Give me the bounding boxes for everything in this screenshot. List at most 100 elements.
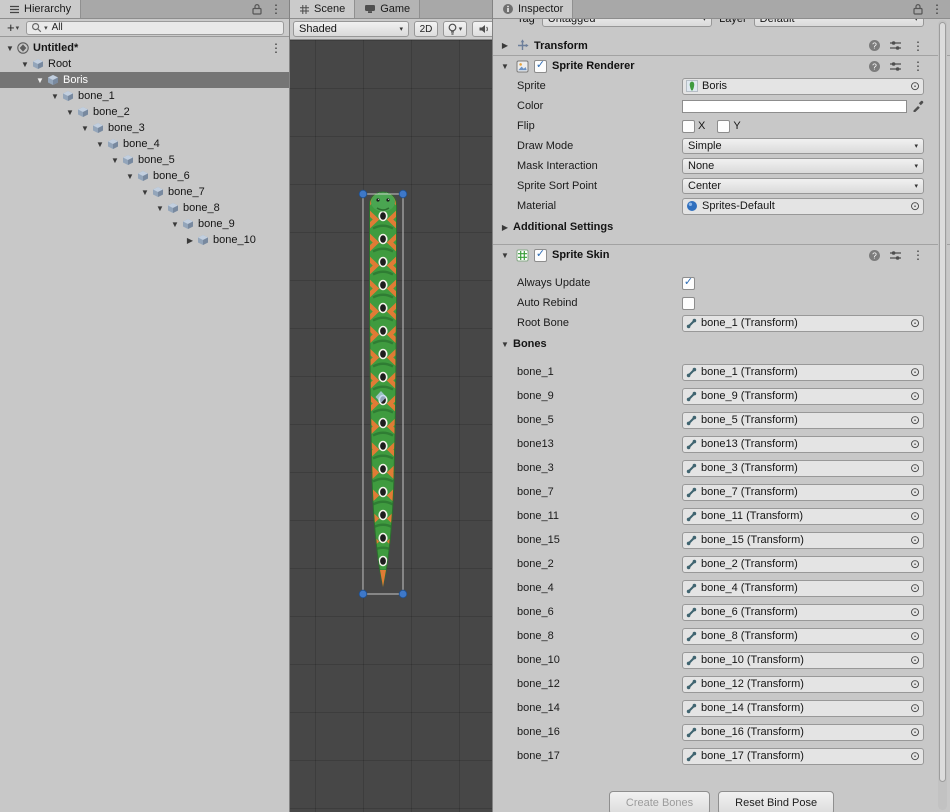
- bone-object-field[interactable]: bone13 (Transform)⊙: [682, 436, 924, 453]
- bone-object-field[interactable]: bone_6 (Transform)⊙: [682, 604, 924, 621]
- bone-object-field[interactable]: bone_3 (Transform)⊙: [682, 460, 924, 477]
- object-picker-icon[interactable]: ⊙: [910, 678, 920, 690]
- hierarchy-item-bone_5[interactable]: ▼bone_5: [0, 152, 289, 168]
- help-icon[interactable]: ?: [868, 39, 881, 52]
- hierarchy-item-bone_7[interactable]: ▼bone_7: [0, 184, 289, 200]
- collapse-arrow-icon[interactable]: ▼: [94, 140, 106, 149]
- eyedropper-icon[interactable]: [912, 100, 924, 112]
- root-bone-object-field[interactable]: bone_1 (Transform) ⊙: [682, 315, 924, 332]
- hierarchy-item-bone_8[interactable]: ▼bone_8: [0, 200, 289, 216]
- mask-interaction-dropdown[interactable]: None▾: [682, 158, 924, 174]
- bone-object-field[interactable]: bone_15 (Transform)⊙: [682, 532, 924, 549]
- collapse-arrow-icon[interactable]: ▼: [109, 156, 121, 165]
- additional-settings-foldout[interactable]: ▶ Additional Settings: [493, 218, 950, 236]
- lighting-toggle-button[interactable]: ▾: [443, 21, 467, 37]
- bone-object-field[interactable]: bone_8 (Transform)⊙: [682, 628, 924, 645]
- hierarchy-item-root[interactable]: ▼Root: [0, 56, 289, 72]
- transform-component-header[interactable]: ▶ Transform ? ⋮: [493, 36, 950, 56]
- object-picker-icon[interactable]: ⊙: [910, 534, 920, 546]
- collapse-arrow-icon[interactable]: ▼: [499, 251, 511, 260]
- boris-sprite[interactable]: [355, 188, 415, 600]
- bone-object-field[interactable]: bone_14 (Transform)⊙: [682, 700, 924, 717]
- collapse-arrow-icon[interactable]: ▼: [19, 60, 31, 69]
- scrollbar-thumb[interactable]: [939, 22, 946, 782]
- hierarchy-item-bone_9[interactable]: ▼bone_9: [0, 216, 289, 232]
- auto-rebind-checkbox[interactable]: [682, 297, 695, 310]
- object-picker-icon[interactable]: ⊙: [910, 582, 920, 594]
- hierarchy-item-bone_4[interactable]: ▼bone_4: [0, 136, 289, 152]
- lock-icon[interactable]: [252, 3, 262, 15]
- bone-object-field[interactable]: bone_4 (Transform)⊙: [682, 580, 924, 597]
- hierarchy-item-bone_3[interactable]: ▼bone_3: [0, 120, 289, 136]
- object-picker-icon[interactable]: ⊙: [910, 654, 920, 666]
- collapse-arrow-icon[interactable]: ▼: [49, 92, 61, 101]
- collapse-arrow-icon[interactable]: ▼: [169, 220, 181, 229]
- sprite-skin-component-header[interactable]: ▼ Sprite Skin ? ⋮: [493, 245, 950, 265]
- bone-object-field[interactable]: bone_12 (Transform)⊙: [682, 676, 924, 693]
- object-picker-icon[interactable]: ⊙: [910, 414, 920, 426]
- layer-dropdown[interactable]: Default▾: [754, 19, 924, 27]
- sprite-object-field[interactable]: Boris ⊙: [682, 78, 924, 95]
- bone-object-field[interactable]: bone_5 (Transform)⊙: [682, 412, 924, 429]
- collapse-arrow-icon[interactable]: ▼: [124, 172, 136, 181]
- collapse-arrow-icon[interactable]: ▼: [139, 188, 151, 197]
- object-picker-icon[interactable]: ⊙: [910, 317, 920, 329]
- bone-object-field[interactable]: bone_10 (Transform)⊙: [682, 652, 924, 669]
- tab-scene[interactable]: Scene: [290, 0, 355, 18]
- draw-mode-dropdown[interactable]: Simple▾: [682, 138, 924, 154]
- kebab-menu-icon[interactable]: ⋮: [270, 41, 289, 55]
- object-picker-icon[interactable]: ⊙: [910, 80, 920, 92]
- hierarchy-item-bone_10[interactable]: ▶bone_10: [0, 232, 289, 248]
- flip-y-checkbox[interactable]: [717, 120, 730, 133]
- sprite-renderer-enabled-checkbox[interactable]: [534, 60, 547, 73]
- kebab-menu-icon[interactable]: ⋮: [910, 249, 926, 261]
- scene-viewport[interactable]: [290, 40, 492, 812]
- expand-arrow-icon[interactable]: ▶: [184, 236, 196, 245]
- bone-object-field[interactable]: bone_2 (Transform)⊙: [682, 556, 924, 573]
- inspector-scrollbar[interactable]: [938, 20, 947, 810]
- expand-arrow-icon[interactable]: ▶: [499, 41, 511, 50]
- object-picker-icon[interactable]: ⊙: [910, 200, 920, 212]
- sprite-skin-enabled-checkbox[interactable]: [534, 249, 547, 262]
- kebab-menu-icon[interactable]: ⋮: [910, 40, 926, 52]
- object-picker-icon[interactable]: ⊙: [910, 750, 920, 762]
- flip-x-checkbox[interactable]: [682, 120, 695, 133]
- bone-object-field[interactable]: bone_16 (Transform)⊙: [682, 724, 924, 741]
- audio-toggle-button[interactable]: [472, 21, 492, 37]
- hierarchy-item-untitled[interactable]: ▼Untitled*⋮: [0, 40, 289, 56]
- collapse-arrow-icon[interactable]: ▼: [4, 44, 16, 53]
- 2d-toggle-button[interactable]: 2D: [414, 21, 438, 37]
- presets-icon[interactable]: [889, 39, 902, 52]
- object-picker-icon[interactable]: ⊙: [910, 702, 920, 714]
- collapse-arrow-icon[interactable]: ▼: [34, 76, 46, 85]
- reset-bind-pose-button[interactable]: Reset Bind Pose: [718, 791, 834, 812]
- kebab-menu-icon[interactable]: ⋮: [268, 3, 284, 15]
- object-picker-icon[interactable]: ⊙: [910, 438, 920, 450]
- object-picker-icon[interactable]: ⊙: [910, 558, 920, 570]
- collapse-arrow-icon[interactable]: ▼: [64, 108, 76, 117]
- kebab-menu-icon[interactable]: ⋮: [910, 60, 926, 72]
- bone-object-field[interactable]: bone_9 (Transform)⊙: [682, 388, 924, 405]
- lock-icon[interactable]: [913, 3, 923, 15]
- object-picker-icon[interactable]: ⊙: [910, 390, 920, 402]
- object-picker-icon[interactable]: ⊙: [910, 462, 920, 474]
- shading-mode-dropdown[interactable]: Shaded ▾: [293, 21, 409, 37]
- sprite-renderer-component-header[interactable]: ▼ Sprite Renderer ? ⋮: [493, 56, 950, 76]
- expand-arrow-icon[interactable]: ▶: [499, 223, 511, 232]
- object-picker-icon[interactable]: ⊙: [910, 606, 920, 618]
- object-picker-icon[interactable]: ⊙: [910, 486, 920, 498]
- tab-game[interactable]: Game: [355, 0, 420, 18]
- object-picker-icon[interactable]: ⊙: [910, 726, 920, 738]
- create-bones-button[interactable]: Create Bones: [609, 791, 710, 812]
- object-picker-icon[interactable]: ⊙: [910, 366, 920, 378]
- sprite-sort-point-dropdown[interactable]: Center▾: [682, 178, 924, 194]
- presets-icon[interactable]: [889, 60, 902, 73]
- bones-foldout[interactable]: ▼ Bones: [493, 335, 950, 353]
- tab-hierarchy[interactable]: Hierarchy: [0, 0, 81, 18]
- material-object-field[interactable]: Sprites-Default ⊙: [682, 198, 924, 215]
- bone-object-field[interactable]: bone_7 (Transform)⊙: [682, 484, 924, 501]
- bone-object-field[interactable]: bone_1 (Transform)⊙: [682, 364, 924, 381]
- hierarchy-item-bone_2[interactable]: ▼bone_2: [0, 104, 289, 120]
- collapse-arrow-icon[interactable]: ▼: [499, 62, 511, 71]
- collapse-arrow-icon[interactable]: ▼: [499, 340, 511, 349]
